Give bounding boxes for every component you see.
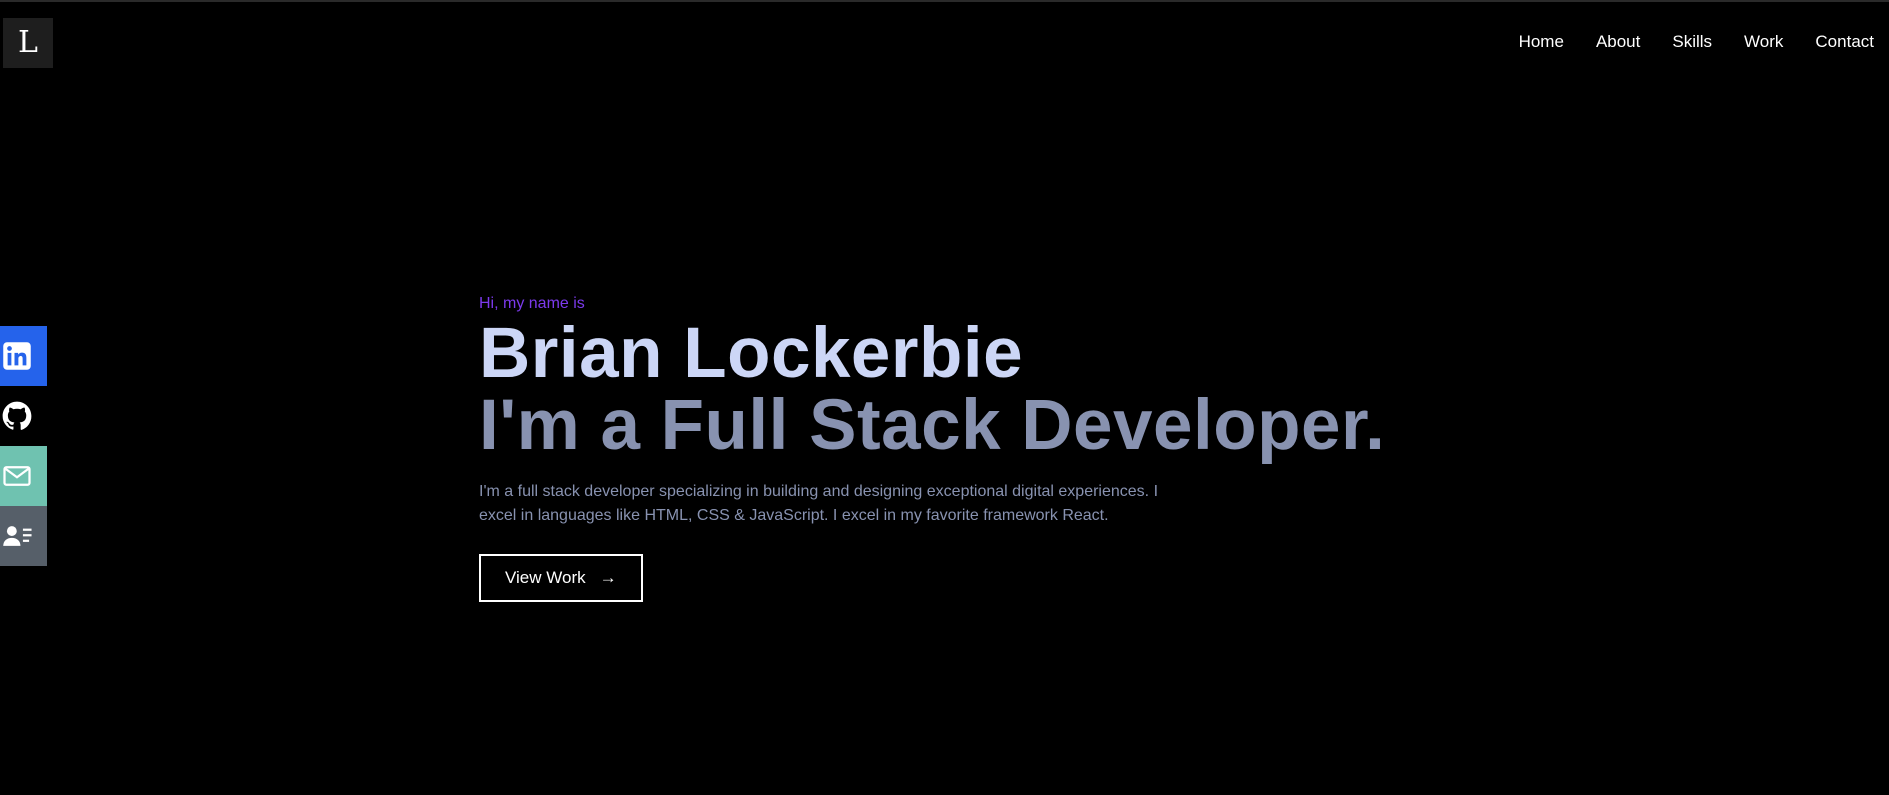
view-work-label: View Work	[505, 568, 586, 587]
hero-name: Brian Lockerbie	[479, 314, 1024, 393]
arrow-right-icon: →	[599, 568, 617, 587]
linkedin-icon	[3, 342, 31, 370]
logo-letter: L	[18, 25, 38, 60]
hero-title: I'm a Full Stack Developer.	[479, 386, 1386, 465]
view-work-button[interactable]: View Work →	[479, 554, 643, 602]
email-link[interactable]	[0, 446, 47, 506]
hero-greeting: Hi, my name is	[479, 295, 585, 312]
nav-contact-link[interactable]: Contact	[1815, 32, 1874, 52]
nav-home-link[interactable]: Home	[1519, 32, 1564, 52]
contact-card-icon	[3, 526, 32, 546]
main-nav: Home About Skills Work Contact	[1519, 32, 1874, 52]
github-link[interactable]	[0, 386, 47, 446]
nav-work-link[interactable]: Work	[1744, 32, 1783, 52]
page: L Home About Skills Work Contact Hi, my …	[0, 0, 1889, 795]
resume-link[interactable]	[0, 506, 47, 566]
linkedin-link[interactable]	[0, 326, 47, 386]
social-sidebar	[0, 326, 47, 566]
nav-about-link[interactable]: About	[1596, 32, 1640, 52]
github-icon	[2, 401, 32, 430]
hero-description: I'm a full stack developer specializing …	[479, 483, 1159, 524]
mail-icon	[3, 466, 31, 486]
hero-section: Hi, my name is Brian Lockerbie I'm a Ful…	[479, 294, 1459, 602]
nav-skills-link[interactable]: Skills	[1672, 32, 1712, 52]
logo[interactable]: L	[3, 18, 53, 68]
